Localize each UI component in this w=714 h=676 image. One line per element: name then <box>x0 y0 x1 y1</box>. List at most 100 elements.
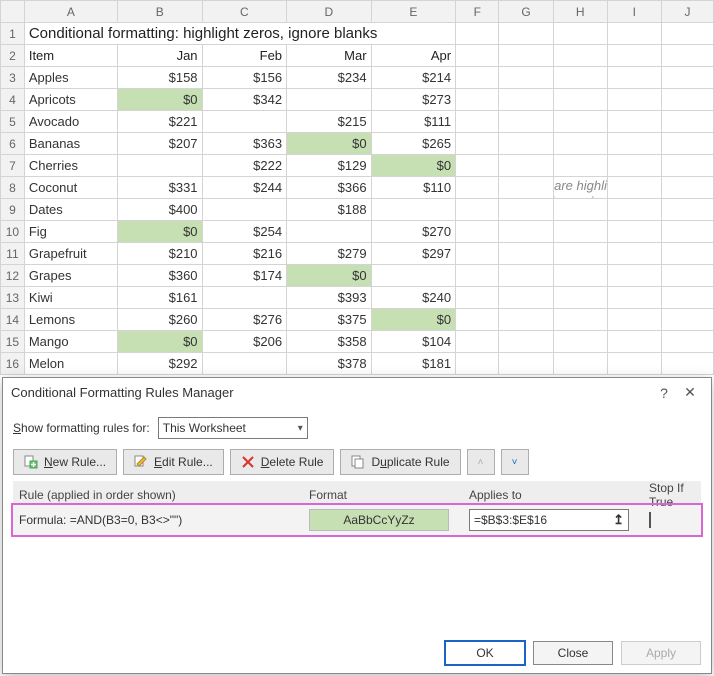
value-cell[interactable]: $111 <box>371 111 456 133</box>
value-cell[interactable]: $279 <box>287 243 372 265</box>
value-cell[interactable]: $210 <box>118 243 203 265</box>
dialog-titlebar[interactable]: Conditional Formatting Rules Manager ? ✕ <box>3 378 711 407</box>
header-month[interactable]: Mar <box>287 45 372 67</box>
apply-button[interactable]: Apply <box>621 641 701 665</box>
duplicate-rule-button[interactable]: Duplicate Rule <box>340 449 460 475</box>
row-header[interactable]: 5 <box>1 111 25 133</box>
value-cell[interactable]: $273 <box>371 89 456 111</box>
row-header[interactable]: 6 <box>1 133 25 155</box>
col-header[interactable]: I <box>607 1 661 23</box>
value-cell[interactable]: $363 <box>202 133 287 155</box>
applies-to-input[interactable]: =$B$3:$E$16 ↥ <box>469 509 629 531</box>
table-row[interactable]: 10Fig$0$254$270 <box>1 221 714 243</box>
item-cell[interactable]: Apricots <box>24 89 117 111</box>
value-cell[interactable] <box>202 353 287 375</box>
value-cell[interactable]: $222 <box>202 155 287 177</box>
col-header[interactable]: C <box>202 1 287 23</box>
value-cell[interactable]: $234 <box>287 67 372 89</box>
ok-button[interactable]: OK <box>445 641 525 665</box>
close-button[interactable]: Close <box>533 641 613 665</box>
value-cell[interactable] <box>371 199 456 221</box>
value-cell[interactable]: $393 <box>287 287 372 309</box>
value-cell[interactable]: $161 <box>118 287 203 309</box>
value-cell[interactable]: $214 <box>371 67 456 89</box>
row-header[interactable]: 2 <box>1 45 25 67</box>
col-header[interactable]: B <box>118 1 203 23</box>
value-cell[interactable]: $0 <box>371 309 456 331</box>
table-row[interactable]: 4Apricots$0$342$273 <box>1 89 714 111</box>
value-cell[interactable]: $260 <box>118 309 203 331</box>
value-cell[interactable] <box>202 199 287 221</box>
item-cell[interactable]: Apples <box>24 67 117 89</box>
value-cell[interactable]: $244 <box>202 177 287 199</box>
value-cell[interactable]: $221 <box>118 111 203 133</box>
value-cell[interactable] <box>287 221 372 243</box>
move-down-button[interactable]: ˅ <box>501 449 529 475</box>
item-cell[interactable]: Avocado <box>24 111 117 133</box>
item-cell[interactable]: Bananas <box>24 133 117 155</box>
item-cell[interactable]: Melon <box>24 353 117 375</box>
value-cell[interactable]: $358 <box>287 331 372 353</box>
table-row[interactable]: 16Melon$292$378$181 <box>1 353 714 375</box>
value-cell[interactable]: $297 <box>371 243 456 265</box>
table-row[interactable]: 3Apples$158$156$234$214 <box>1 67 714 89</box>
value-cell[interactable]: $378 <box>287 353 372 375</box>
header-month[interactable]: Jan <box>118 45 203 67</box>
col-header[interactable]: E <box>371 1 456 23</box>
row-header[interactable]: 3 <box>1 67 25 89</box>
select-all-corner[interactable] <box>1 1 25 23</box>
edit-rule-button[interactable]: Edit Rule... <box>123 449 224 475</box>
value-cell[interactable]: $206 <box>202 331 287 353</box>
item-cell[interactable]: Dates <box>24 199 117 221</box>
row-header[interactable]: 13 <box>1 287 25 309</box>
help-button[interactable]: ? <box>651 385 677 401</box>
value-cell[interactable]: $188 <box>287 199 372 221</box>
value-cell[interactable] <box>202 287 287 309</box>
value-cell[interactable]: $156 <box>202 67 287 89</box>
sheet-title[interactable]: Conditional formatting: highlight zeros,… <box>24 23 455 45</box>
value-cell[interactable]: $0 <box>371 155 456 177</box>
header-item[interactable]: Item <box>24 45 117 67</box>
value-cell[interactable]: $0 <box>287 265 372 287</box>
item-cell[interactable]: Cherries <box>24 155 117 177</box>
close-icon[interactable]: ✕ <box>677 384 703 401</box>
value-cell[interactable]: $292 <box>118 353 203 375</box>
row-header[interactable]: 8 <box>1 177 25 199</box>
value-cell[interactable]: $240 <box>371 287 456 309</box>
table-row[interactable]: 15Mango$0$206$358$104 <box>1 331 714 353</box>
item-cell[interactable]: Kiwi <box>24 287 117 309</box>
row-header[interactable]: 14 <box>1 309 25 331</box>
value-cell[interactable]: $0 <box>287 133 372 155</box>
value-cell[interactable]: $366 <box>287 177 372 199</box>
value-cell[interactable]: $110 <box>371 177 456 199</box>
table-row[interactable]: 13Kiwi$161 $393$240 <box>1 287 714 309</box>
row-header[interactable]: 7 <box>1 155 25 177</box>
spreadsheet-grid[interactable]: A B C D E F G H I J 1Conditional formatt… <box>0 0 714 375</box>
col-header[interactable]: A <box>24 1 117 23</box>
row-header[interactable]: 15 <box>1 331 25 353</box>
col-header[interactable]: F <box>456 1 499 23</box>
table-row[interactable]: 8Coconut$331$244$366$110Zeros are highli… <box>1 177 714 199</box>
value-cell[interactable]: $400 <box>118 199 203 221</box>
value-cell[interactable] <box>118 155 203 177</box>
item-cell[interactable]: Coconut <box>24 177 117 199</box>
value-cell[interactable]: $0 <box>118 331 203 353</box>
value-cell[interactable]: $276 <box>202 309 287 331</box>
row-header[interactable]: 11 <box>1 243 25 265</box>
row-header[interactable]: 1 <box>1 23 25 45</box>
col-header[interactable]: H <box>553 1 607 23</box>
row-header[interactable]: 4 <box>1 89 25 111</box>
item-cell[interactable]: Lemons <box>24 309 117 331</box>
header-month[interactable]: Apr <box>371 45 456 67</box>
show-for-combo[interactable]: This Worksheet ▾ <box>158 417 308 439</box>
value-cell[interactable]: $104 <box>371 331 456 353</box>
value-cell[interactable] <box>202 111 287 133</box>
value-cell[interactable]: $216 <box>202 243 287 265</box>
value-cell[interactable] <box>287 89 372 111</box>
value-cell[interactable]: $360 <box>118 265 203 287</box>
table-row[interactable]: 12Grapes$360$174$0 <box>1 265 714 287</box>
item-cell[interactable]: Grapes <box>24 265 117 287</box>
row-header[interactable]: 10 <box>1 221 25 243</box>
table-row[interactable]: 5Avocado$221$215$111 <box>1 111 714 133</box>
col-header[interactable]: D <box>287 1 372 23</box>
